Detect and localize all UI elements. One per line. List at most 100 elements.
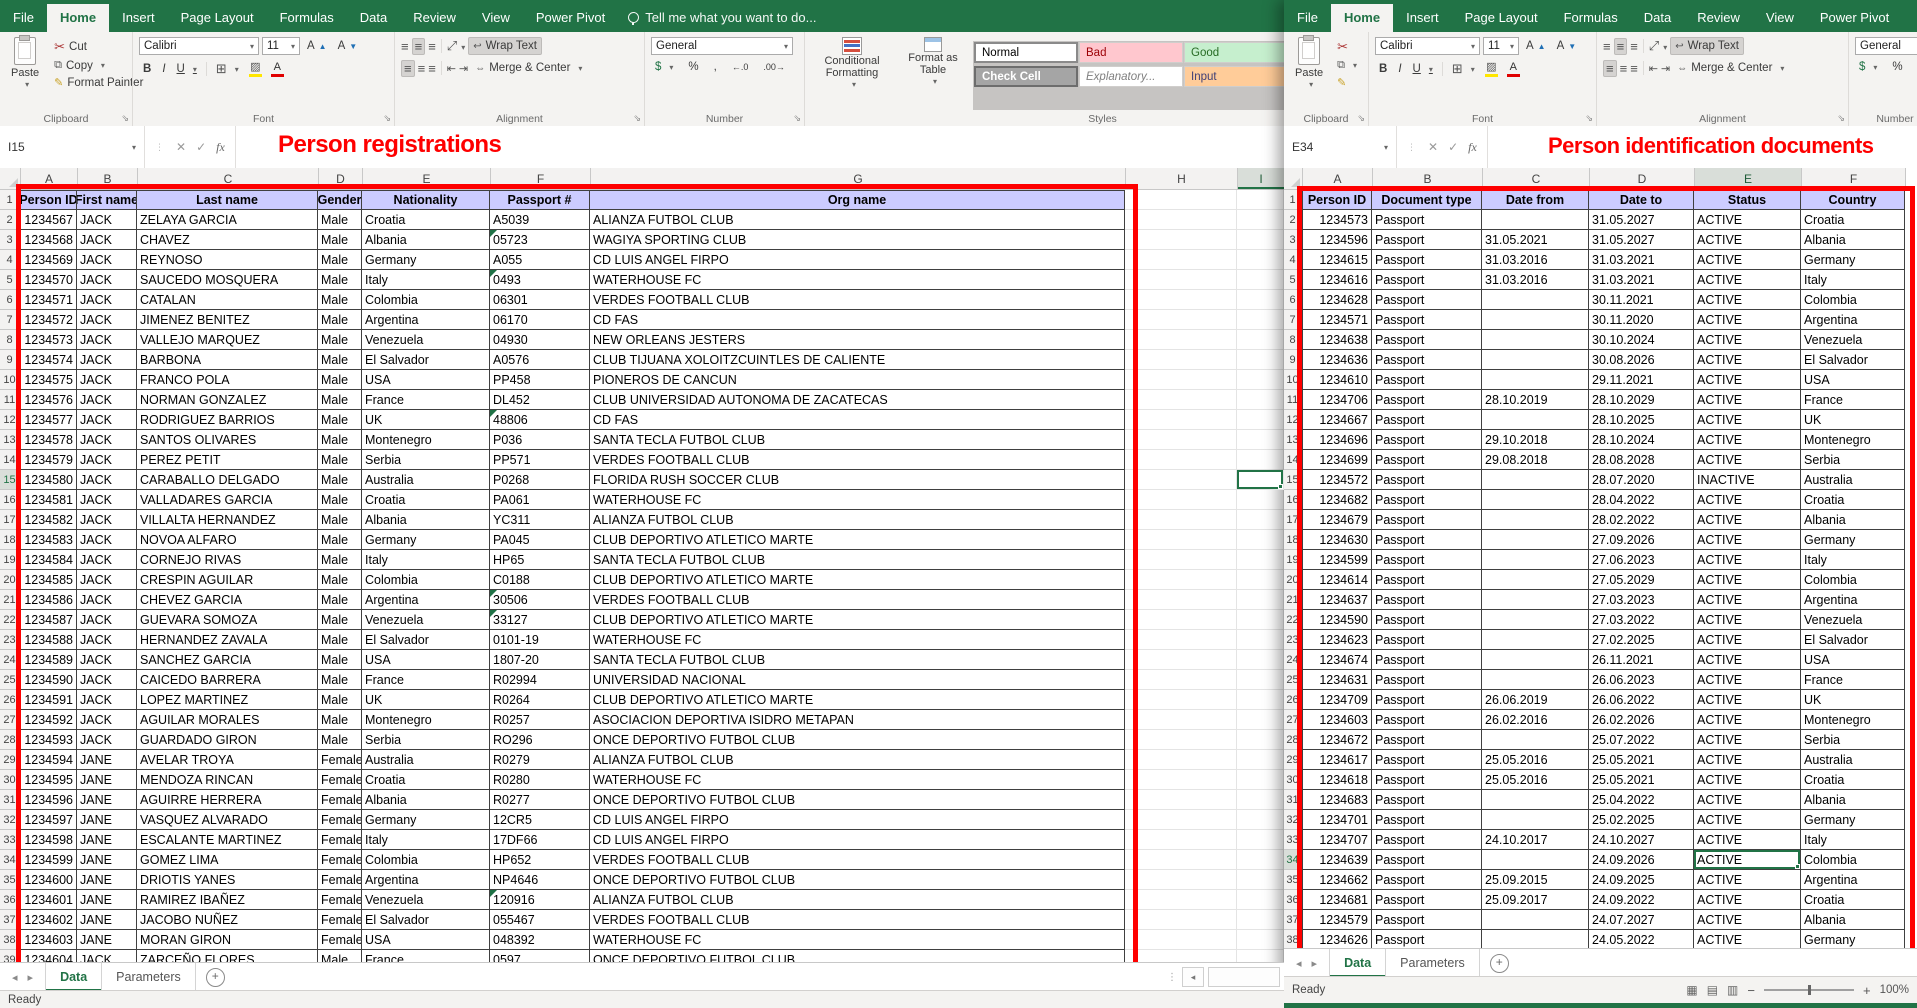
- cell-D36[interactable]: Female: [318, 890, 362, 910]
- cell-F13[interactable]: Montenegro: [1801, 430, 1905, 450]
- cell-I33[interactable]: [1237, 830, 1284, 850]
- sheet-tab-data[interactable]: Data: [45, 963, 102, 991]
- cell-D7[interactable]: 30.11.2020: [1589, 310, 1694, 330]
- cell-F18[interactable]: PA045: [490, 530, 590, 550]
- merge-center-button[interactable]: ⇔Merge & Center▾: [1673, 60, 1788, 76]
- row-header-37[interactable]: 37: [0, 910, 20, 930]
- row-header-27[interactable]: 27: [1284, 710, 1302, 730]
- cell-A13[interactable]: 1234696: [1302, 430, 1372, 450]
- cell-F5[interactable]: Italy: [1801, 270, 1905, 290]
- cell-F3[interactable]: Albania: [1801, 230, 1905, 250]
- cell-H10[interactable]: [1125, 370, 1237, 390]
- cell-I4[interactable]: [1237, 250, 1284, 270]
- cell-A7[interactable]: 1234571: [1302, 310, 1372, 330]
- horizontal-scrollbar[interactable]: ⋮◂: [1167, 963, 1284, 991]
- row-header-21[interactable]: 21: [1284, 590, 1302, 610]
- cell-G34[interactable]: VERDES FOOTBALL CLUB: [590, 850, 1125, 870]
- cell-I7[interactable]: [1237, 310, 1284, 330]
- cell-D37[interactable]: 24.07.2027: [1589, 910, 1694, 930]
- cell-C17[interactable]: VILLALTA HERNANDEZ: [137, 510, 318, 530]
- cell-D23[interactable]: 27.02.2025: [1589, 630, 1694, 650]
- cell-B25[interactable]: JACK: [77, 670, 137, 690]
- row-header-36[interactable]: 36: [1284, 890, 1302, 910]
- row-header-7[interactable]: 7: [1284, 310, 1302, 330]
- font-color-button[interactable]: A: [1504, 61, 1523, 78]
- row-header-12[interactable]: 12: [1284, 410, 1302, 430]
- cell-C31[interactable]: AGUIRRE HERRERA: [137, 790, 318, 810]
- cell-C12[interactable]: RODRIGUEZ BARRIOS: [137, 410, 318, 430]
- row-header-16[interactable]: 16: [1284, 490, 1302, 510]
- cell-E32[interactable]: Germany: [362, 810, 490, 830]
- cell-B31[interactable]: JANE: [77, 790, 137, 810]
- row-header-3[interactable]: 3: [1284, 230, 1302, 250]
- cell-B16[interactable]: JACK: [77, 490, 137, 510]
- cell-E33[interactable]: Italy: [362, 830, 490, 850]
- menu-tab-home[interactable]: Home: [47, 4, 109, 32]
- cell-A17[interactable]: 1234582: [20, 510, 77, 530]
- cell-F17[interactable]: YC311: [490, 510, 590, 530]
- cell-H9[interactable]: [1125, 350, 1237, 370]
- cell-H37[interactable]: [1125, 910, 1237, 930]
- cell-G37[interactable]: VERDES FOOTBALL CLUB: [590, 910, 1125, 930]
- cell-F34[interactable]: Colombia: [1801, 850, 1905, 870]
- decrease-font-button[interactable]: A▼: [334, 38, 362, 54]
- row-header-22[interactable]: 22: [0, 610, 20, 630]
- table-header-cell-A1[interactable]: Person ID: [20, 190, 77, 210]
- cell-A29[interactable]: 1234594: [20, 750, 77, 770]
- cell-B19[interactable]: JACK: [77, 550, 137, 570]
- cell-F11[interactable]: DL452: [490, 390, 590, 410]
- cell-E33[interactable]: ACTIVE: [1694, 830, 1801, 850]
- menu-tab-file[interactable]: File: [1284, 4, 1331, 32]
- font-name-combo[interactable]: Calibri▾: [139, 37, 259, 55]
- cell-A31[interactable]: 1234683: [1302, 790, 1372, 810]
- percent-style-button[interactable]: %: [684, 59, 702, 75]
- style-check-cell[interactable]: Check Cell: [974, 66, 1078, 87]
- cell-E9[interactable]: ACTIVE: [1694, 350, 1801, 370]
- cancel-entry-icon[interactable]: ✕: [1428, 140, 1438, 154]
- cell-I35[interactable]: [1237, 870, 1284, 890]
- align-middle-icon[interactable]: ≡: [412, 38, 426, 55]
- cell-G7[interactable]: CD FAS: [590, 310, 1125, 330]
- row-header-7[interactable]: 7: [0, 310, 20, 330]
- row-header-19[interactable]: 19: [1284, 550, 1302, 570]
- cell-G12[interactable]: CD FAS: [590, 410, 1125, 430]
- cell-G39[interactable]: ONCE DEPORTIVO FUTBOL CLUB: [590, 950, 1125, 962]
- cell-F2[interactable]: A5039: [490, 210, 590, 230]
- cell-E25[interactable]: ACTIVE: [1694, 670, 1801, 690]
- row-header-21[interactable]: 21: [0, 590, 20, 610]
- cell-E22[interactable]: Venezuela: [362, 610, 490, 630]
- format-painter-button[interactable]: ✎: [1333, 74, 1361, 91]
- menu-tab-insert[interactable]: Insert: [1393, 4, 1452, 32]
- cell-C18[interactable]: NOVOA ALFARO: [137, 530, 318, 550]
- conditional-formatting-button[interactable]: Conditional Formatting▾: [811, 37, 893, 110]
- cell-A35[interactable]: 1234662: [1302, 870, 1372, 890]
- cell-G22[interactable]: CLUB DEPORTIVO ATLETICO MARTE: [590, 610, 1125, 630]
- font-name-combo[interactable]: Calibri▾: [1375, 37, 1480, 55]
- cell-A22[interactable]: 1234590: [1302, 610, 1372, 630]
- cell-F29[interactable]: R0279: [490, 750, 590, 770]
- cell-B13[interactable]: JACK: [77, 430, 137, 450]
- cell-I39[interactable]: [1237, 950, 1284, 962]
- cell-A10[interactable]: 1234610: [1302, 370, 1372, 390]
- cell-H27[interactable]: [1125, 710, 1237, 730]
- table-header-cell-D1[interactable]: Gender: [318, 190, 362, 210]
- cell-G17[interactable]: ALIANZA FUTBOL CLUB: [590, 510, 1125, 530]
- cell-G32[interactable]: CD LUIS ANGEL FIRPO: [590, 810, 1125, 830]
- cell-B18[interactable]: JACK: [77, 530, 137, 550]
- cell-E10[interactable]: ACTIVE: [1694, 370, 1801, 390]
- cell-E2[interactable]: ACTIVE: [1694, 210, 1801, 230]
- cell-D8[interactable]: Male: [318, 330, 362, 350]
- cell-F15[interactable]: P0268: [490, 470, 590, 490]
- cell-B12[interactable]: Passport: [1372, 410, 1482, 430]
- cell-I15[interactable]: [1237, 470, 1284, 490]
- cell-D22[interactable]: Male: [318, 610, 362, 630]
- row-header-4[interactable]: 4: [0, 250, 20, 270]
- cell-A16[interactable]: 1234581: [20, 490, 77, 510]
- cell-A13[interactable]: 1234578: [20, 430, 77, 450]
- cell-A21[interactable]: 1234586: [20, 590, 77, 610]
- cell-A25[interactable]: 1234590: [20, 670, 77, 690]
- cell-A18[interactable]: 1234583: [20, 530, 77, 550]
- cell-I34[interactable]: [1237, 850, 1284, 870]
- cell-C15[interactable]: [1482, 470, 1589, 490]
- alignment-dialog-launcher[interactable]: ⇘: [1837, 113, 1845, 124]
